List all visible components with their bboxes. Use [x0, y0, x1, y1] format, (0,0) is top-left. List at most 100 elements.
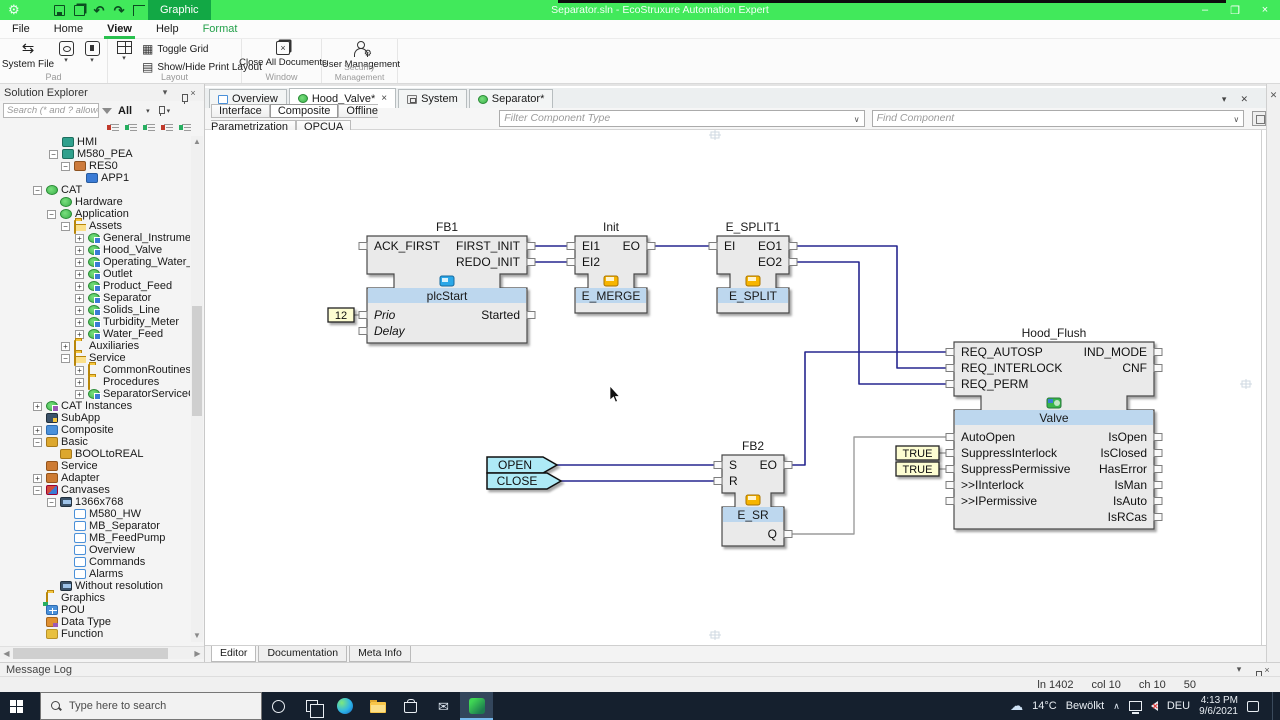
tree-item[interactable]: Graphics	[0, 592, 190, 604]
tree-item[interactable]: BOOLtoREAL	[0, 448, 190, 460]
tree-item[interactable]: +Solids_Line	[0, 304, 190, 316]
tree-item[interactable]: +CAT Instances	[0, 400, 190, 412]
fbd-pin[interactable]	[567, 243, 575, 250]
tree-item[interactable]: −Basic	[0, 436, 190, 448]
fbd-pin[interactable]	[714, 478, 722, 485]
tree-item[interactable]: +Water_Feed	[0, 328, 190, 340]
collapse-icon[interactable]: −	[61, 222, 70, 231]
fbd-pin[interactable]	[359, 243, 367, 250]
search-input[interactable]: Search (* and ? allowed)	[3, 103, 99, 118]
fbd-pin[interactable]	[527, 312, 535, 319]
close-all-documents-button[interactable]: × Close All Documents	[246, 41, 320, 68]
fbd-pin[interactable]	[946, 482, 954, 489]
tab-list-icon[interactable]: ▾	[1222, 94, 1227, 105]
fbd-canvas[interactable]: OPENCLOSE12TRUETRUEFB1plcStartACK_FIRSTF…	[205, 130, 1262, 647]
scope-dropdown[interactable]: All ▾	[115, 105, 153, 117]
fbd-pin[interactable]	[946, 365, 954, 372]
expand-icon[interactable]: +	[75, 378, 84, 387]
fbd-pin[interactable]	[359, 328, 367, 335]
tree-item[interactable]: M580_HW	[0, 508, 190, 520]
tree-item[interactable]: Data Type	[0, 616, 190, 628]
scroll-down-icon[interactable]: ▼	[191, 630, 203, 642]
weather-temp[interactable]: 14°C	[1032, 700, 1057, 712]
expand-icon[interactable]: +	[61, 342, 70, 351]
tree-item[interactable]: −M580_PEA	[0, 148, 190, 160]
menu-file[interactable]: File	[0, 20, 42, 39]
save-all-icon[interactable]	[74, 5, 85, 16]
editor-tab-interface[interactable]: Interface	[211, 104, 270, 118]
collapse-tree-icon[interactable]	[107, 122, 120, 133]
close-button[interactable]: ×	[1250, 0, 1280, 20]
scroll-left-icon[interactable]: ◀	[0, 647, 13, 660]
fbd-wire[interactable]	[789, 262, 954, 384]
tree-item[interactable]: Hardware	[0, 196, 190, 208]
network-icon[interactable]	[1129, 701, 1142, 711]
fbd-pin[interactable]	[647, 243, 655, 250]
expand-icon[interactable]: +	[75, 258, 84, 267]
fbd-literal[interactable]: TRUE	[896, 462, 939, 476]
taskbar-task-view[interactable]	[295, 692, 328, 720]
show-desktop-button[interactable]	[1272, 692, 1276, 720]
tree-item[interactable]: MB_Separator	[0, 520, 190, 532]
fbd-pin[interactable]	[946, 381, 954, 388]
fbd-pin[interactable]	[946, 349, 954, 356]
bottom-tab-documentation[interactable]: Documentation	[258, 646, 347, 662]
menu-help[interactable]: Help	[144, 20, 191, 39]
fbd-block-Hood_Flush[interactable]: Hood_FlushValveREQ_AUTOSPREQ_INTERLOCKRE…	[946, 326, 1162, 529]
close-pane-icon[interactable]: ×	[186, 88, 200, 98]
pane-layout-button[interactable]: ▾	[110, 41, 138, 62]
tree-item[interactable]: −1366x768	[0, 496, 190, 508]
tree-item[interactable]: +Outlet	[0, 268, 190, 280]
fbd-pin[interactable]	[527, 243, 535, 250]
start-button[interactable]	[0, 692, 40, 720]
fbd-pin[interactable]	[527, 259, 535, 266]
restore-button[interactable]: ❐	[1220, 0, 1250, 20]
expand-icon[interactable]: +	[75, 294, 84, 303]
tree-vertical-scrollbar[interactable]: ▲ ▼	[191, 136, 203, 642]
fbd-pin[interactable]	[789, 243, 797, 250]
fbd-pin[interactable]	[709, 243, 717, 250]
fbd-pin[interactable]	[1154, 514, 1162, 521]
scroll-right-icon[interactable]: ▶	[191, 647, 204, 660]
tree-item[interactable]: Commands	[0, 556, 190, 568]
fbd-pin[interactable]	[946, 434, 954, 441]
editor-tab-composite[interactable]: Composite	[270, 104, 339, 118]
find-component-input[interactable]: Find Component ∨	[872, 110, 1245, 127]
tree-item[interactable]: +Procedures	[0, 376, 190, 388]
fbd-pin[interactable]	[1154, 349, 1162, 356]
expand-node-icon[interactable]	[125, 122, 138, 133]
view-options-button[interactable]: ▾	[156, 105, 171, 116]
tree-item[interactable]: Without resolution	[0, 580, 190, 592]
bottom-tab-editor[interactable]: Editor	[211, 646, 256, 662]
tree-item[interactable]: −Application	[0, 208, 190, 220]
pad-config-button[interactable]: ▾	[80, 41, 104, 64]
filter-funnel-icon[interactable]	[102, 108, 112, 114]
expand-icon[interactable]: +	[33, 474, 42, 483]
expand-icon[interactable]: +	[75, 234, 84, 243]
save-icon[interactable]	[54, 5, 65, 16]
tree-item[interactable]: MB_FeedPump	[0, 532, 190, 544]
tree-item[interactable]: POU	[0, 604, 190, 616]
taskbar-store[interactable]	[394, 692, 427, 720]
expand-all-icon[interactable]	[143, 122, 156, 133]
fbd-block-FB2[interactable]: FB2E_SRSREOQ	[714, 439, 792, 546]
tree-item[interactable]: Alarms	[0, 568, 190, 580]
tree-horizontal-scrollbar[interactable]: ◀ ▶	[0, 646, 204, 659]
tree-item[interactable]: −Assets	[0, 220, 190, 232]
fbd-block-Init[interactable]: InitE_MERGEEI1EI2EO	[567, 220, 655, 313]
fbd-literal[interactable]: TRUE	[896, 446, 939, 460]
tree-item[interactable]: Function	[0, 628, 190, 640]
fbd-pin[interactable]	[359, 312, 367, 319]
expand-icon[interactable]: +	[75, 390, 84, 399]
fbd-pin[interactable]	[789, 259, 797, 266]
branch-icon[interactable]	[133, 5, 145, 16]
fbd-block-FB1[interactable]: FB1plcStartACK_FIRSTFIRST_INITREDO_INITP…	[359, 220, 535, 343]
filter-component-combobox[interactable]: Filter Component Type ∨	[499, 110, 864, 127]
fbd-connector-close[interactable]: CLOSE	[487, 473, 561, 489]
taskbar-edge[interactable]	[328, 692, 361, 720]
tree-item[interactable]: −Canvases	[0, 484, 190, 496]
expand-icon[interactable]: +	[33, 402, 42, 411]
fbd-pin[interactable]	[946, 450, 954, 457]
fbd-pin[interactable]	[784, 462, 792, 469]
redo-icon[interactable]: ↷	[114, 5, 125, 16]
